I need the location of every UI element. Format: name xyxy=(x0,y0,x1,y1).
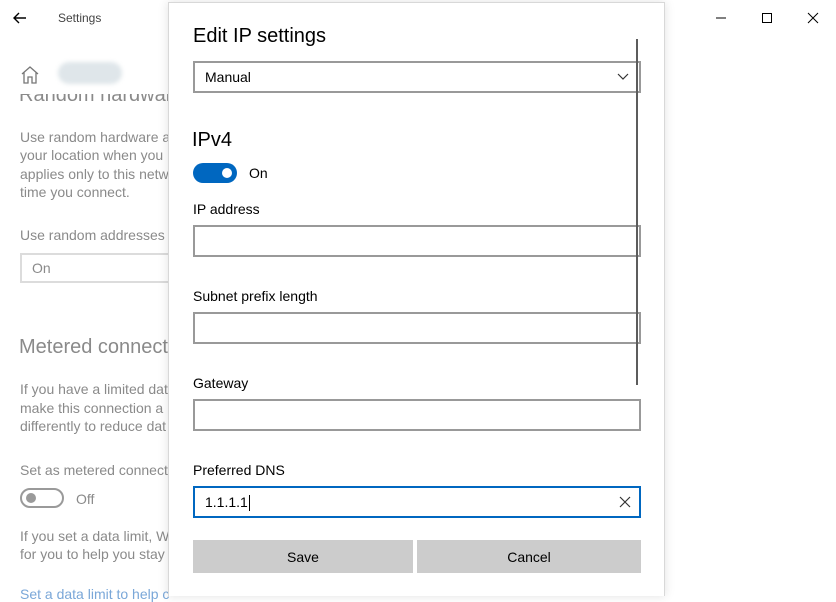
ip-mode-value: Manual xyxy=(205,69,251,85)
data-limit-desc-line: for you to help you stay xyxy=(20,546,165,562)
avatar xyxy=(58,62,122,84)
gateway-input[interactable] xyxy=(193,399,641,431)
preferred-dns-input[interactable]: 1.1.1.1 xyxy=(193,486,641,518)
random-addresses-value: On xyxy=(32,260,51,276)
toggle-knob xyxy=(222,168,232,178)
ipv4-section-title: IPv4 xyxy=(192,129,233,151)
random-hw-desc-line: time you connect. xyxy=(20,184,130,200)
close-icon xyxy=(807,12,819,24)
home-icon[interactable] xyxy=(19,64,41,86)
minimize-icon xyxy=(716,17,726,19)
cancel-button[interactable]: Cancel xyxy=(417,540,641,573)
random-addresses-label: Use random addresses f xyxy=(20,227,173,243)
close-window-button[interactable] xyxy=(790,0,836,36)
subnet-prefix-label: Subnet prefix length xyxy=(193,288,318,304)
minimize-button[interactable] xyxy=(698,0,744,36)
data-limit-link[interactable]: Set a data limit to help c xyxy=(20,586,169,602)
metered-desc-line: make this connection a xyxy=(20,400,164,416)
data-limit-desc-line: If you set a data limit, W xyxy=(20,528,170,544)
dialog-title: Edit IP settings xyxy=(193,25,327,47)
metered-heading: Metered connect xyxy=(19,336,168,358)
back-arrow-icon[interactable] xyxy=(11,9,29,27)
clear-icon[interactable] xyxy=(619,496,631,508)
preferred-dns-value: 1.1.1.1 xyxy=(205,494,248,510)
window-controls xyxy=(698,0,836,36)
window-title: Settings xyxy=(58,11,102,25)
dialog-scrollbar[interactable] xyxy=(636,39,638,385)
ip-address-input[interactable] xyxy=(193,225,641,257)
random-hw-desc-line: applies only to this netw xyxy=(20,166,169,182)
metered-label: Set as metered connecti xyxy=(20,462,171,478)
metered-desc-line: differently to reduce dat xyxy=(20,418,167,434)
subnet-prefix-input[interactable] xyxy=(193,312,641,344)
text-caret xyxy=(248,495,250,512)
metered-toggle[interactable] xyxy=(20,488,64,508)
preferred-dns-label: Preferred DNS xyxy=(193,462,285,478)
save-button[interactable]: Save xyxy=(193,540,413,573)
metered-desc-line: If you have a limited dat xyxy=(20,381,168,397)
edit-ip-settings-dialog: Edit IP settings Manual IPv4 On IP addre… xyxy=(168,2,665,596)
ipv4-toggle[interactable] xyxy=(193,163,237,183)
ipv4-toggle-text: On xyxy=(249,165,268,181)
random-hw-desc-line: your location when you xyxy=(20,147,164,163)
chevron-down-icon xyxy=(617,73,629,80)
maximize-icon xyxy=(762,13,772,23)
metered-toggle-text: Off xyxy=(76,491,95,507)
ip-address-label: IP address xyxy=(193,201,260,217)
random-hw-desc-line: Use random hardware a xyxy=(20,129,171,145)
gateway-label: Gateway xyxy=(193,375,249,391)
random-addresses-select[interactable]: On xyxy=(20,253,180,283)
maximize-button[interactable] xyxy=(744,0,790,36)
ip-mode-select[interactable]: Manual xyxy=(193,61,641,93)
